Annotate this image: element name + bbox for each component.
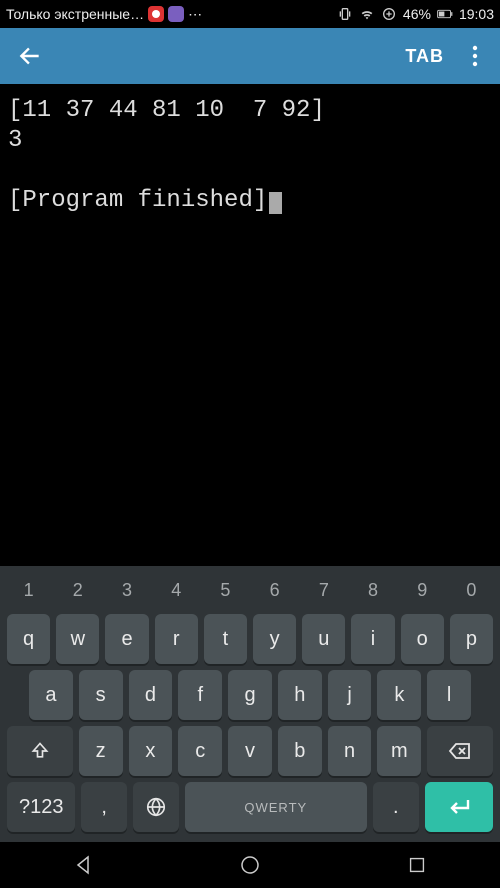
key-4[interactable]: 4 — [155, 572, 198, 608]
key-8[interactable]: 8 — [351, 572, 394, 608]
key-s[interactable]: s — [79, 670, 123, 720]
nav-home-button[interactable] — [220, 845, 280, 885]
key-1[interactable]: 1 — [7, 572, 50, 608]
key-o[interactable]: o — [401, 614, 444, 664]
key-b[interactable]: b — [278, 726, 322, 776]
key-x[interactable]: x — [129, 726, 173, 776]
clock: 19:03 — [459, 6, 494, 22]
comma-key[interactable]: , — [81, 782, 127, 832]
vibrate-icon — [337, 6, 353, 22]
key-r[interactable]: r — [155, 614, 198, 664]
key-g[interactable]: g — [228, 670, 272, 720]
key-u[interactable]: u — [302, 614, 345, 664]
notification-icon-2 — [168, 6, 184, 22]
key-k[interactable]: k — [377, 670, 421, 720]
period-key[interactable]: . — [373, 782, 419, 832]
wifi-icon — [359, 6, 375, 22]
key-7[interactable]: 7 — [302, 572, 345, 608]
key-v[interactable]: v — [228, 726, 272, 776]
carrier-text: Только экстренные… — [6, 6, 144, 22]
key-p[interactable]: p — [450, 614, 493, 664]
symbols-key[interactable]: ?123 — [7, 782, 75, 832]
key-j[interactable]: j — [328, 670, 372, 720]
terminal-line: 3 — [8, 127, 22, 154]
soft-keyboard: 1234567890 qwertyuiop asdfghjkl zxcvbnm … — [0, 566, 500, 842]
key-t[interactable]: t — [204, 614, 247, 664]
key-3[interactable]: 3 — [105, 572, 148, 608]
key-2[interactable]: 2 — [56, 572, 99, 608]
key-c[interactable]: c — [178, 726, 222, 776]
key-z[interactable]: z — [79, 726, 123, 776]
language-key[interactable] — [133, 782, 179, 832]
shift-key[interactable] — [7, 726, 73, 776]
back-button[interactable] — [10, 36, 50, 76]
enter-key[interactable] — [425, 782, 493, 832]
key-5[interactable]: 5 — [204, 572, 247, 608]
key-6[interactable]: 6 — [253, 572, 296, 608]
battery-percent: 46% — [403, 6, 431, 22]
key-y[interactable]: y — [253, 614, 296, 664]
spacebar[interactable]: QWERTY — [185, 782, 367, 832]
overflow-menu-button[interactable] — [460, 36, 490, 76]
key-l[interactable]: l — [427, 670, 471, 720]
notification-icon — [148, 6, 164, 22]
key-d[interactable]: d — [129, 670, 173, 720]
status-bar: Только экстренные… ⋯ 46% 19:03 — [0, 0, 500, 28]
battery-icon — [437, 6, 453, 22]
key-i[interactable]: i — [351, 614, 394, 664]
key-m[interactable]: m — [377, 726, 421, 776]
terminal-line: [11 37 44 81 10 7 92] — [8, 97, 325, 124]
backspace-key[interactable] — [427, 726, 493, 776]
key-q[interactable]: q — [7, 614, 50, 664]
key-h[interactable]: h — [278, 670, 322, 720]
tab-button[interactable]: TAB — [397, 40, 452, 73]
key-9[interactable]: 9 — [401, 572, 444, 608]
more-notifications-icon: ⋯ — [188, 6, 203, 23]
nav-recents-button[interactable] — [387, 845, 447, 885]
key-f[interactable]: f — [178, 670, 222, 720]
key-0[interactable]: 0 — [450, 572, 493, 608]
terminal-output[interactable]: [11 37 44 81 10 7 92] 3 [Program finishe… — [0, 84, 500, 566]
key-w[interactable]: w — [56, 614, 99, 664]
key-e[interactable]: e — [105, 614, 148, 664]
app-bar: TAB — [0, 28, 500, 84]
android-nav-bar — [0, 842, 500, 888]
key-n[interactable]: n — [328, 726, 372, 776]
terminal-line: [Program finished] — [8, 187, 267, 214]
terminal-cursor — [269, 192, 282, 214]
key-a[interactable]: a — [29, 670, 73, 720]
nav-back-button[interactable] — [53, 845, 113, 885]
data-saver-icon — [381, 6, 397, 22]
